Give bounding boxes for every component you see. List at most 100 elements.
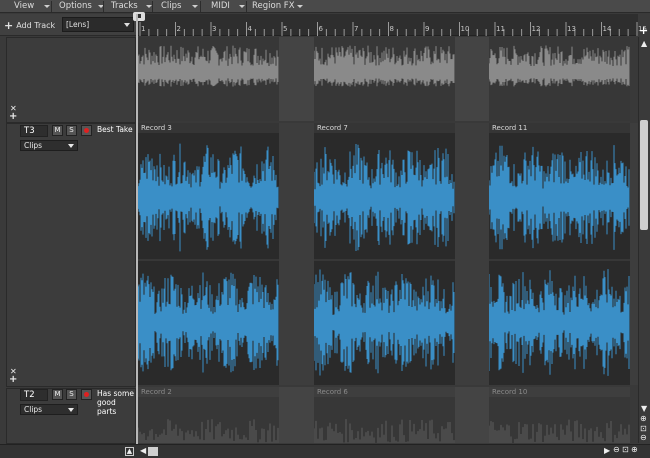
mute-button[interactable]: M [52,125,63,136]
zoom-in-icon[interactable]: ⊕ [640,415,647,423]
track-name-t3[interactable]: T3 [20,125,48,137]
vertical-scrollbar[interactable] [638,37,650,443]
solo-button[interactable]: S [66,125,77,136]
horizontal-scrollbar[interactable] [0,444,650,458]
menu-separator [152,1,153,12]
ruler-tick-label: 10 [460,25,470,33]
clip-record-3[interactable]: Record 3 [138,123,279,385]
ruler-tick-label: 11 [496,25,505,33]
ruler-tick-label: 5 [283,25,288,33]
zoom-out-icon[interactable]: ⊖ [640,434,647,442]
waveform-channel [488,269,630,376]
clip-title: Record 10 [492,388,528,396]
menu-separator [51,1,52,12]
menu-separator [246,1,247,12]
clip[interactable] [488,37,630,121]
vertical-scroll-thumb[interactable] [640,120,648,230]
clip[interactable] [313,37,455,121]
clip-title: Record 2 [141,388,172,396]
ruler-tick-label: 4 [247,25,252,33]
waveform [313,143,455,376]
clip-record-2[interactable]: Record 2 [138,387,279,443]
waveform-channel [488,145,630,250]
track-note-area [95,123,136,387]
chevron-down-icon [44,5,50,8]
ruler-tick-label: 8 [389,25,394,33]
chevron-down-icon [192,5,198,8]
empty-region [279,387,314,443]
waveform-channel [138,143,279,252]
menu-separator [103,1,104,12]
track-name-t2[interactable]: T2 [20,389,48,401]
ruler-tick-label: 3 [212,25,217,33]
zoom-fit-icon[interactable]: ⊡ [640,425,647,433]
ruler-tick-label: 6 [318,25,323,33]
menu-separator [200,1,201,12]
track-note-t3[interactable]: Best Take [97,125,137,134]
scroll-left-icon[interactable]: ◀ [140,447,146,455]
clip-record-7[interactable]: Record 7 [313,123,455,385]
plus-icon: + [4,19,14,32]
menu-midi[interactable]: MIDI [211,0,245,13]
waveform-channel [488,419,630,443]
menu-region-fx[interactable]: Region FX [252,0,303,13]
scroll-up-icon[interactable]: ▲ [641,40,647,48]
clip-record-10[interactable]: Record 10 [488,387,630,443]
chevron-down-icon [68,408,74,412]
waveform-channel [138,45,279,87]
now-marker[interactable] [133,12,145,21]
empty-region [455,37,489,121]
lens-dropdown[interactable]: [Lens] [62,17,134,32]
menu-view[interactable]: View [14,0,50,13]
plus-icon[interactable]: + [9,375,17,385]
record-arm-button[interactable] [81,389,92,400]
clip[interactable] [138,37,279,121]
waveform-channel [313,269,455,376]
horizontal-scroll-thumb[interactable] [148,447,158,456]
ruler-tick-label: 14 [602,25,612,33]
track-header-t3 [6,123,96,387]
waveform-channel [313,419,455,443]
waveform [138,143,279,373]
clip-record-6[interactable]: Record 6 [313,387,455,443]
ruler-tick-label: 2 [176,25,181,33]
track-headers: ✕ + T3 M S Clips Best Take ✕ + T2 M S Cl… [0,37,137,444]
track-note-t2[interactable]: Has some good parts [97,389,137,416]
plus-icon[interactable]: + [9,112,17,122]
zoom-in-icon[interactable]: + [639,25,649,36]
menu-options[interactable]: Options [59,0,104,13]
clips-mode-dropdown[interactable]: Clips [20,404,78,415]
add-track-button[interactable]: + Add Track [4,17,58,32]
mute-button[interactable]: M [52,389,63,400]
waveform-channel [313,143,455,252]
chevron-down-icon [239,5,245,8]
ruler-tick-label: 1 [141,25,146,33]
clip-title: Record 7 [317,124,348,132]
record-arm-button[interactable] [81,125,92,136]
empty-region [455,387,489,443]
track-note-area [95,37,136,123]
ruler-tick-label: 7 [354,25,359,33]
clips-mode-dropdown[interactable]: Clips [20,140,78,151]
menu-clips[interactable]: Clips [161,0,198,13]
track-header-partial [6,37,96,123]
waveform [313,45,455,87]
waveform-channel [488,45,630,87]
clip-title: Record 6 [317,388,348,396]
scroll-down-icon[interactable]: ▼ [641,405,647,413]
snap-icon[interactable]: ▲ [125,447,134,456]
zoom-out-icon[interactable]: ⊖ [613,446,620,454]
waveform [138,45,279,87]
zoom-in-icon[interactable]: ⊕ [631,446,638,454]
chevron-down-icon [297,5,303,8]
ruler-tick-label: 13 [567,25,576,33]
solo-button[interactable]: S [66,389,77,400]
ruler-tick-label: 9 [425,25,430,33]
waveform-channel [138,272,279,373]
clip-record-11[interactable]: Record 11 [488,123,630,385]
waveform-channel [313,45,455,87]
scroll-right-icon[interactable]: ▶ [604,447,610,455]
clips-pane[interactable]: Record 3 Record 7 Record 11 Record 2 Rec… [138,37,638,443]
clip-title: Record 11 [492,124,528,132]
zoom-fit-icon[interactable]: ⊡ [622,446,629,454]
